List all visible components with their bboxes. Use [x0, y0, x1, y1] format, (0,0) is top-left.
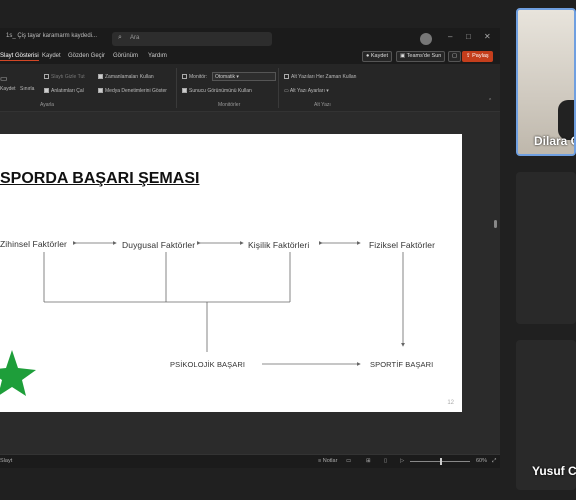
notes-button[interactable]: ≡ Notlar [318, 458, 337, 464]
avatar[interactable] [420, 33, 432, 45]
search-input[interactable]: ⌕ Ara [112, 32, 272, 46]
fit-to-window-icon[interactable]: ⤢ [492, 458, 496, 465]
tab-slide-show[interactable]: Slayt Gösterisi [0, 53, 39, 61]
record-button[interactable]: ● Kaydet [362, 51, 392, 62]
participant-tile[interactable] [516, 172, 576, 324]
minimize-icon[interactable]: – [448, 32, 452, 41]
group-label-setup: Ayarla [40, 102, 55, 108]
node-psikolojik: PSİKOLOJİK BAŞARI [170, 360, 246, 369]
node-fiziksel: Fiziksel Faktörler [369, 240, 436, 250]
slide[interactable]: SPORDA BAŞARI ŞEMASI Zihinsel Faktörler … [0, 134, 462, 412]
record-slideshow-icon[interactable]: ▭ [0, 74, 8, 83]
maximize-icon[interactable]: □ [466, 32, 471, 41]
shared-screen: 1s_ Çiş tayar karamarm kaydedi... ⌕ Ara … [0, 28, 500, 468]
ribbon: ▭ Kaydet Sınırla Slaytı Gizle Tut Zamanl… [0, 64, 500, 112]
slide-editing-area: SPORDA BAŞARI ŞEMASI Zihinsel Faktörler … [0, 112, 500, 454]
rehearse-button[interactable]: Sınırla [20, 86, 34, 92]
slideshow-view-icon[interactable]: ▷ [400, 458, 404, 464]
zoom-level[interactable]: 60% [476, 458, 487, 464]
group-label-captions: Alt Yazı [314, 102, 331, 108]
scrollbar-thumb[interactable] [494, 220, 497, 228]
participant-tile-active[interactable]: Dilara C [516, 8, 576, 156]
status-bar: Slayt ≡ Notlar ▭ ⊞ ▯ ▷ 60% ⤢ [0, 454, 500, 468]
node-sportif: SPORTİF BAŞARI [370, 360, 434, 369]
slide-sorter-icon[interactable]: ⊞ [366, 458, 371, 464]
monitor-checkbox[interactable] [182, 74, 187, 80]
app-titlebar: 1s_ Çiş tayar karamarm kaydedi... ⌕ Ara … [0, 28, 500, 50]
present-in-teams-button[interactable]: ▣ Teams'de Sun [396, 51, 446, 62]
collapse-ribbon-icon[interactable]: ⌃ [488, 98, 492, 104]
slide-counter: Slayt [0, 458, 13, 464]
meeting-window: 1s_ Çiş tayar karamarm kaydedi... ⌕ Ara … [0, 0, 576, 500]
play-narrations-option[interactable]: Anlatımları Çal [44, 88, 84, 94]
node-kisilik: Kişilik Faktörleri [248, 240, 310, 250]
slide-number: 12 [447, 400, 454, 406]
show-media-controls-option[interactable]: Medya Denetimlerini Göster [98, 88, 167, 94]
node-duygusal: Duygusal Faktörler [122, 240, 196, 250]
window-title: 1s_ Çiş tayar karamarm kaydedi... [6, 33, 98, 39]
record-slideshow-button[interactable]: Kaydet [0, 86, 16, 92]
group-divider [278, 68, 279, 108]
ribbon-tabs: Slayt Gösterisi Kaydet Gözden Geçir Görü… [0, 50, 500, 64]
search-placeholder: Ara [130, 35, 140, 41]
always-use-subtitles-checkbox[interactable] [284, 74, 289, 80]
close-icon[interactable]: ✕ [484, 32, 491, 41]
use-timings-checkbox[interactable] [98, 74, 103, 80]
participant-name: Yusuf C [532, 464, 576, 478]
reading-view-icon[interactable]: ▯ [384, 458, 387, 464]
play-narrations-checkbox[interactable] [44, 88, 49, 94]
participant-tile[interactable]: Yusuf C [516, 340, 576, 490]
presenter-view-checkbox[interactable] [182, 88, 187, 94]
show-media-controls-checkbox[interactable] [98, 88, 103, 94]
tab-help[interactable]: Yardım [148, 53, 167, 59]
share-button[interactable]: ⇪ Paylaş [462, 51, 493, 62]
tab-record[interactable]: Kaydet [42, 53, 61, 59]
star-icon [0, 350, 36, 396]
vertical-scrollbar[interactable] [492, 112, 500, 454]
zoom-slider-knob[interactable] [440, 458, 442, 465]
search-icon: ⌕ [118, 34, 122, 41]
group-label-monitors: Monitörler [218, 102, 241, 108]
hide-slide-option[interactable]: Slaytı Gizle Tut [44, 74, 85, 80]
subtitle-settings-button[interactable]: ▭ Alt Yazı Ayarları ▾ [284, 88, 329, 94]
diagram-connectors [0, 241, 405, 396]
node-zihinsel: Zihinsel Faktörler [0, 239, 67, 249]
presenter-view-option[interactable]: Sunucu Görünümünü Kullan [182, 88, 252, 94]
hide-slide-checkbox[interactable] [44, 74, 49, 80]
normal-view-icon[interactable]: ▭ [346, 458, 351, 464]
use-timings-option[interactable]: Zamanlamaları Kullan [98, 74, 154, 80]
always-use-subtitles-option[interactable]: Alt Yazıları Her Zaman Kullan [284, 74, 356, 80]
tab-review[interactable]: Gözden Geçir [68, 53, 105, 59]
monitor-label: Monitör: [182, 74, 207, 80]
group-divider [176, 68, 177, 108]
participant-name: Dilara C [534, 134, 576, 148]
comments-button[interactable]: ▢ [448, 51, 462, 62]
tab-view[interactable]: Görünüm [113, 53, 138, 59]
monitor-select[interactable]: Otomatik ▾ [212, 72, 276, 81]
